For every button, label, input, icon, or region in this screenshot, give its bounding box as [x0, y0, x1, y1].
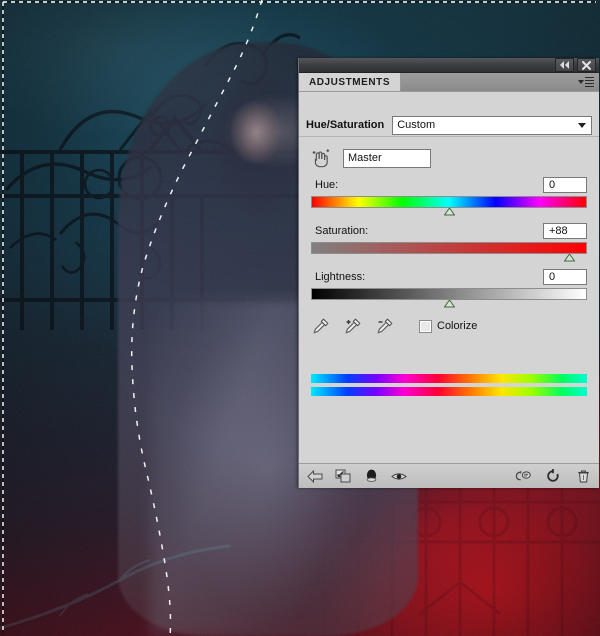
- eye-icon[interactable]: [391, 468, 407, 484]
- hue-row: Hue: 0: [311, 175, 587, 195]
- tab-adjustments-label: ADJUSTMENTS: [309, 76, 391, 88]
- lightness-value-field[interactable]: 0: [543, 269, 587, 285]
- input-color-bar: [311, 374, 587, 383]
- saturation-value-field[interactable]: +88: [543, 223, 587, 239]
- hue-slider-track[interactable]: [311, 196, 587, 216]
- panel-footer: [299, 463, 599, 488]
- previous-state-icon[interactable]: [363, 468, 379, 484]
- clip-to-layer-icon[interactable]: [335, 468, 351, 484]
- add-to-sample-icon[interactable]: [343, 316, 363, 336]
- branch-silhouette: [0, 544, 231, 630]
- channel-row: Master: [299, 137, 599, 175]
- colorize-checkbox-row[interactable]: Colorize: [419, 319, 478, 333]
- reset-icon[interactable]: [545, 468, 561, 484]
- preset-dropdown-value: Custom: [397, 119, 436, 131]
- lightness-row: Lightness: 0: [311, 267, 587, 287]
- preset-row: Hue/Saturation Custom: [299, 112, 599, 137]
- tab-adjustments[interactable]: ADJUSTMENTS: [299, 73, 402, 91]
- tab-bar-filler: [401, 73, 599, 91]
- colorize-label: Colorize: [437, 320, 478, 332]
- saturation-label: Saturation:: [315, 225, 369, 237]
- chevron-down-icon: [578, 123, 586, 128]
- channel-dropdown-value: Master: [348, 152, 382, 164]
- saturation-value: +88: [549, 225, 568, 237]
- sliders-group: Hue: 0 Saturation: +88 Lightness: 0: [299, 175, 599, 308]
- output-color-bar[interactable]: [311, 387, 587, 396]
- lightness-value: 0: [549, 271, 556, 283]
- panel-body: Hue/Saturation Custom Master Hue: 0 Satu…: [299, 112, 599, 464]
- on-image-adjust-icon[interactable]: [309, 147, 331, 169]
- hue-value: 0: [549, 179, 556, 191]
- hue-value-field[interactable]: 0: [543, 177, 587, 193]
- lightness-slider-track[interactable]: [311, 288, 587, 308]
- hue-label: Hue:: [315, 179, 339, 191]
- lightness-slider-thumb[interactable]: [443, 300, 455, 308]
- panel-title-bar: [299, 58, 599, 73]
- saturation-row: Saturation: +88: [311, 221, 587, 241]
- hue-slider-thumb[interactable]: [443, 208, 455, 216]
- close-panel-button[interactable]: [577, 58, 596, 72]
- view-previous-icon[interactable]: [515, 468, 531, 484]
- color-bars: [299, 336, 599, 396]
- colorize-checkbox[interactable]: [419, 319, 432, 333]
- panel-menu-icon[interactable]: [578, 76, 594, 88]
- subtract-from-sample-icon[interactable]: [375, 316, 395, 336]
- channel-dropdown[interactable]: Master: [343, 148, 431, 168]
- trash-icon[interactable]: [575, 468, 591, 484]
- figure-face: [225, 95, 287, 173]
- lightness-label: Lightness:: [315, 271, 366, 283]
- adjustments-panel[interactable]: ADJUSTMENTS Hue/Saturation Custom Master…: [298, 58, 599, 488]
- back-arrow-icon[interactable]: [307, 468, 323, 484]
- saturation-slider-thumb[interactable]: [564, 254, 576, 262]
- collapse-panel-button[interactable]: [555, 58, 574, 72]
- panel-tab-bar[interactable]: ADJUSTMENTS: [299, 73, 599, 92]
- preset-dropdown[interactable]: Custom: [392, 115, 592, 135]
- sample-color-icon[interactable]: [311, 316, 331, 336]
- adjustment-type-label: Hue/Saturation: [306, 119, 385, 131]
- saturation-slider-track[interactable]: [311, 242, 587, 262]
